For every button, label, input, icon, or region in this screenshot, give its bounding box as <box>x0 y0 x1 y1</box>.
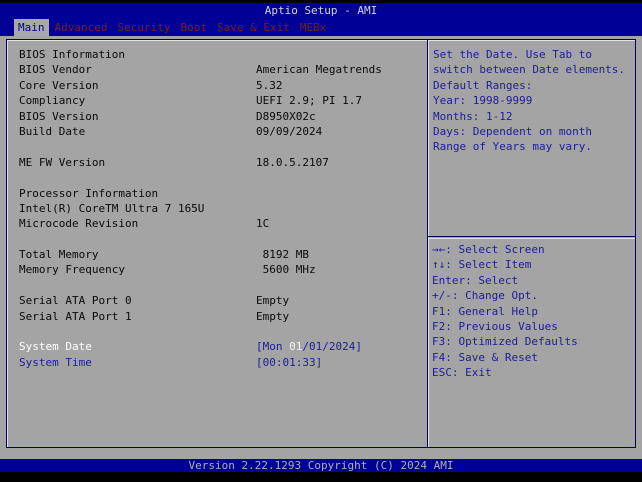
row-label: BIOS Version <box>19 109 99 123</box>
row-label: Intel(R) CoreTM Ultra 7 165U <box>19 201 205 215</box>
system-time-row[interactable]: System Time [00:01:33] <box>7 355 427 370</box>
titlebar-title: Aptio Setup - AMI <box>264 4 378 17</box>
info-row: Intel(R) CoreTM Ultra 7 165U <box>7 201 427 216</box>
key-hint-select-item: ↑↓: Select Item <box>432 258 532 272</box>
system-date-value[interactable]: [Mon 01/01/2024] <box>256 339 427 354</box>
system-time-value[interactable]: [00:01:33] <box>256 355 427 370</box>
info-row: BIOS Vendor American Megatrends <box>7 62 427 77</box>
spacer-row <box>7 139 427 154</box>
row-label: Total Memory <box>19 248 99 262</box>
help-text-line: Set the Date. Use Tab to <box>433 48 592 61</box>
key-legend-area: →←: Select Screen ↑↓: Select Item Enter:… <box>428 238 635 381</box>
help-text-line: Range of Years may vary. <box>433 140 592 154</box>
info-row: Compliancy UEFI 2.9; PI 1.7 <box>7 93 427 108</box>
help-text-line: Year: 1998-9999 <box>433 94 533 108</box>
tab-advanced[interactable]: Advanced <box>51 19 112 36</box>
tab-boot[interactable]: Boot <box>176 19 211 36</box>
help-text-line: Months: 1-12 <box>433 109 513 123</box>
row-value <box>256 47 427 62</box>
system-date-label: System Date <box>19 340 92 354</box>
section-heading: Processor Information <box>7 186 427 201</box>
row-value: Empty <box>256 294 290 308</box>
main-info-panel: BIOS Information BIOS Vendor American Meg… <box>6 39 428 448</box>
system-date-row[interactable]: System Date [Mon 01/01/2024] <box>7 339 427 354</box>
row-label: ME FW Version <box>19 155 106 169</box>
help-text-line: Default Ranges: <box>433 78 533 92</box>
row-value: 5.32 <box>256 78 283 92</box>
row-value: Empty <box>256 309 290 323</box>
key-hint-save-reset: F4: Save & Reset <box>432 350 538 364</box>
row-value: 8192 MB <box>256 248 309 262</box>
row-label: Memory Frequency <box>19 263 125 277</box>
row-label: Serial ATA Port 1 <box>19 309 132 323</box>
help-panel: Set the Date. Use Tab to switch between … <box>427 39 636 448</box>
key-hint-select-screen: →←: Select Screen <box>432 243 545 256</box>
tab-save-exit[interactable]: Save & Exit <box>213 19 294 36</box>
tab-security[interactable]: Security <box>113 19 174 36</box>
row-value: UEFI 2.9; PI 1.7 <box>256 94 362 108</box>
spacer-row <box>7 232 427 247</box>
row-value <box>256 186 427 201</box>
key-hint-general-help: F1: General Help <box>432 304 538 318</box>
key-hint-esc-exit: ESC: Exit <box>432 366 492 380</box>
info-row: Serial ATA Port 1 Empty <box>7 309 427 324</box>
menu-bar: Main Advanced Security Boot Save & Exit … <box>0 18 642 36</box>
row-label: Serial ATA Port 0 <box>19 294 132 308</box>
row-label: BIOS Information <box>19 48 125 61</box>
footer-version: Version 2.22.1293 Copyright (C) 2024 AMI <box>188 459 454 472</box>
help-text-line: Days: Dependent on month <box>433 124 592 138</box>
spacer-row <box>7 278 427 293</box>
row-value <box>256 201 427 216</box>
help-text-line: switch between Date elements. <box>433 63 626 77</box>
row-label: Compliancy <box>19 94 86 108</box>
row-label: Build Date <box>19 124 86 138</box>
info-row: ME FW Version 18.0.5.2107 <box>7 155 427 170</box>
row-label: Microcode Revision <box>19 217 139 231</box>
row-value: 18.0.5.2107 <box>256 155 329 169</box>
key-hint-enter-select: Enter: Select <box>432 273 519 287</box>
section-heading: BIOS Information <box>7 47 427 62</box>
key-hint-change-opt: +/-: Change Opt. <box>432 289 538 303</box>
content-area: BIOS Information BIOS Vendor American Meg… <box>0 36 642 459</box>
row-label: Core Version <box>19 78 99 92</box>
spacer-row <box>7 324 427 339</box>
info-row: Build Date 09/09/2024 <box>7 124 427 139</box>
row-label: Processor Information <box>19 186 159 200</box>
bios-setup-screen: Aptio Setup - AMI Main Advanced Security… <box>0 0 642 482</box>
row-value: D8950X02c <box>256 109 316 123</box>
row-value: 09/09/2024 <box>256 124 323 138</box>
row-value: American Megatrends <box>256 63 382 77</box>
system-time-label: System Time <box>19 355 92 369</box>
tab-mebx[interactable]: MEBx <box>296 19 331 36</box>
row-value: 1C <box>256 217 270 231</box>
date-prefix: [Mon <box>256 340 290 354</box>
info-row: Serial ATA Port 0 Empty <box>7 293 427 308</box>
key-hint-optimized-defaults: F3: Optimized Defaults <box>432 335 578 349</box>
help-text-area: Set the Date. Use Tab to switch between … <box>428 40 635 236</box>
row-value: 5600 MHz <box>256 263 316 277</box>
titlebar: Aptio Setup - AMI <box>0 3 642 18</box>
spacer-row <box>7 170 427 185</box>
footer-bar: Version 2.22.1293 Copyright (C) 2024 AMI <box>0 459 642 472</box>
key-hint-previous-values: F2: Previous Values <box>432 319 558 333</box>
date-month-selected[interactable]: 01 <box>289 340 302 353</box>
date-suffix: /01/2024] <box>302 340 362 354</box>
info-row: Core Version 5.32 <box>7 78 427 93</box>
tab-main[interactable]: Main <box>14 18 49 36</box>
info-row: Memory Frequency 5600 MHz <box>7 262 427 277</box>
row-label: BIOS Vendor <box>19 63 92 77</box>
info-row: Total Memory 8192 MB <box>7 247 427 262</box>
info-row: Microcode Revision 1C <box>7 216 427 231</box>
info-row: BIOS Version D8950X02c <box>7 109 427 124</box>
